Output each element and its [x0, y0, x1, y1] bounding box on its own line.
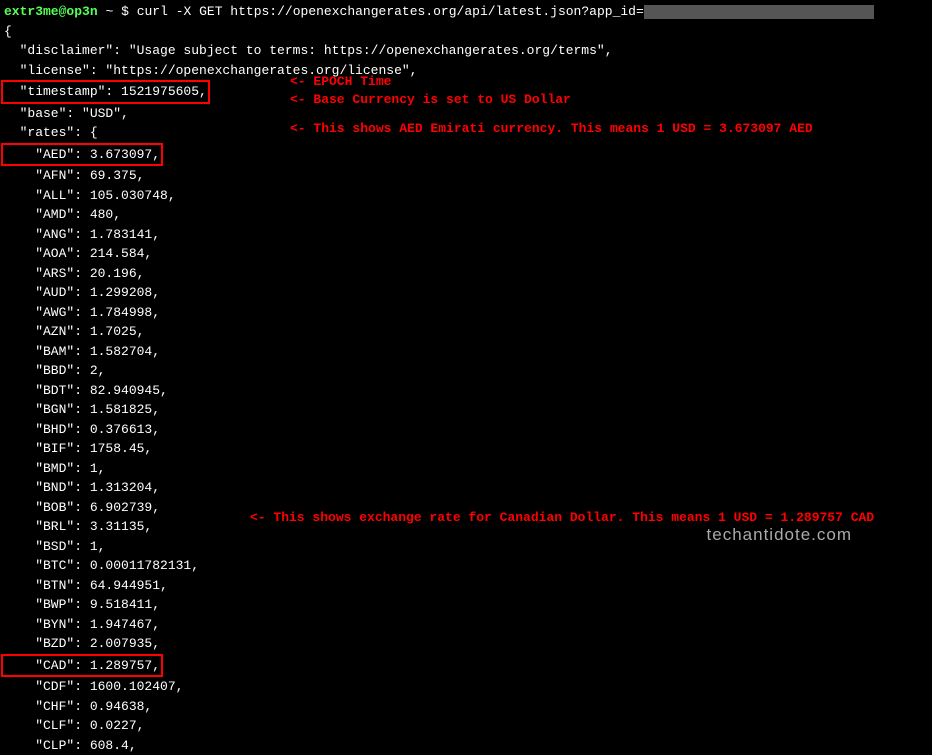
json-bmd: "BMD": 1, — [4, 459, 928, 479]
json-bhd: "BHD": 0.376613, — [4, 420, 928, 440]
json-btn: "BTN": 64.944951, — [4, 576, 928, 596]
json-awg: "AWG": 1.784998, — [4, 303, 928, 323]
redacted-app-id — [644, 5, 874, 19]
json-bgn: "BGN": 1.581825, — [4, 400, 928, 420]
highlight-timestamp: "timestamp": 1521975605, — [1, 80, 210, 104]
json-bzd: "BZD": 2.007935, — [4, 634, 928, 654]
json-ang: "ANG": 1.783141, — [4, 225, 928, 245]
json-ars: "ARS": 20.196, — [4, 264, 928, 284]
json-azn: "AZN": 1.7025, — [4, 322, 928, 342]
json-all: "ALL": 105.030748, — [4, 186, 928, 206]
json-clp: "CLP": 608.4, — [4, 736, 928, 755]
json-open-brace: { — [4, 22, 928, 42]
json-aed-row: "AED": 3.673097, — [4, 143, 928, 167]
json-byn: "BYN": 1.947467, — [4, 615, 928, 635]
json-aoa: "AOA": 214.584, — [4, 244, 928, 264]
json-bam: "BAM": 1.582704, — [4, 342, 928, 362]
json-disclaimer: "disclaimer": "Usage subject to terms: h… — [4, 41, 928, 61]
json-bif: "BIF": 1758.45, — [4, 439, 928, 459]
json-bwp: "BWP": 9.518411, — [4, 595, 928, 615]
json-bnd: "BND": 1.313204, — [4, 478, 928, 498]
prompt-user: extr3me@op3n — [4, 4, 98, 19]
json-amd: "AMD": 480, — [4, 205, 928, 225]
annotation-base: <- Base Currency is set to US Dollar — [290, 90, 571, 110]
json-aud: "AUD": 1.299208, — [4, 283, 928, 303]
prompt-separator: ~ — [105, 4, 121, 19]
json-clf: "CLF": 0.0227, — [4, 716, 928, 736]
json-btc: "BTC": 0.00011782131, — [4, 556, 928, 576]
highlight-cad: "CAD": 1.289757, — [1, 654, 163, 678]
json-bdt: "BDT": 82.940945, — [4, 381, 928, 401]
json-cdf: "CDF": 1600.102407, — [4, 677, 928, 697]
json-license: "license": "https://openexchangerates.or… — [4, 61, 928, 81]
json-chf: "CHF": 0.94638, — [4, 697, 928, 717]
prompt-symbol: $ — [121, 4, 129, 19]
terminal-prompt-line: extr3me@op3n ~ $ curl -X GET https://ope… — [4, 2, 928, 22]
annotation-epoch: <- EPOCH Time — [290, 72, 391, 92]
watermark: techantidote.com — [707, 522, 852, 548]
annotation-aed: <- This shows AED Emirati currency. This… — [290, 119, 813, 139]
json-afn: "AFN": 69.375, — [4, 166, 928, 186]
json-bbd: "BBD": 2, — [4, 361, 928, 381]
highlight-aed: "AED": 3.673097, — [1, 143, 163, 167]
json-cad-row: "CAD": 1.289757, — [4, 654, 928, 678]
command-text: curl -X GET https://openexchangerates.or… — [137, 4, 644, 19]
